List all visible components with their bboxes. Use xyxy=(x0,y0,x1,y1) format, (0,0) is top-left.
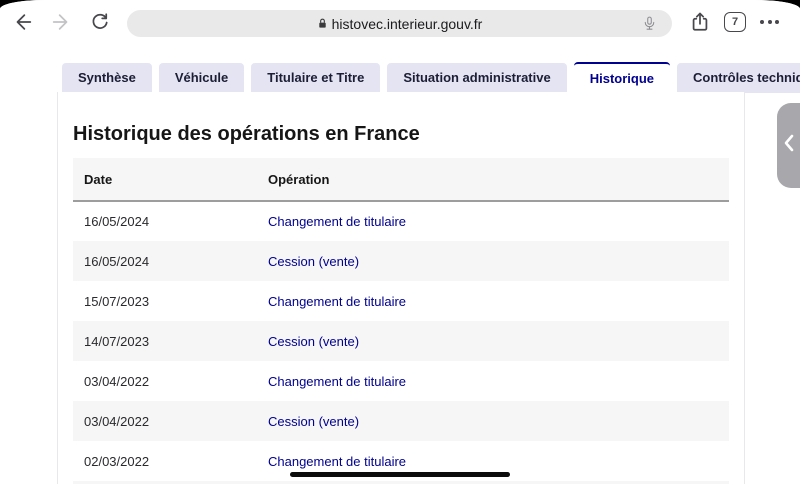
reload-icon xyxy=(89,11,111,36)
back-button[interactable] xyxy=(11,11,35,35)
tab-controles-techniques[interactable]: Contrôles techniques xyxy=(677,63,800,93)
home-indicator[interactable] xyxy=(290,472,510,477)
operation-date: 14/07/2023 xyxy=(84,333,150,349)
forward-arrow-icon xyxy=(50,11,72,36)
browser-window: histovec.interieur.gouv.fr 7 Synthèse Véh… xyxy=(0,0,800,484)
table-row: 16/05/2024 Cession (vente) xyxy=(73,241,729,281)
table-row: 03/04/2022 Cession (vente) xyxy=(73,401,729,441)
column-header-date: Date xyxy=(84,171,113,187)
operation-date: 02/03/2022 xyxy=(84,453,150,469)
operation-date: 15/07/2023 xyxy=(84,293,150,309)
table-row: 14/07/2023 Cession (vente) xyxy=(73,321,729,361)
forward-button[interactable] xyxy=(49,11,73,35)
tab-historique[interactable]: Historique xyxy=(573,62,671,93)
table-header-row: Date Opération xyxy=(73,158,729,201)
table-body: 16/05/2024 Changement de titulaire 16/05… xyxy=(73,201,729,481)
more-menu-button[interactable] xyxy=(760,20,779,24)
operation-link[interactable]: Cession (vente) xyxy=(268,414,359,429)
tab-label: Contrôles techniques xyxy=(693,70,800,85)
operation-date: 03/04/2022 xyxy=(84,413,150,429)
slide-over-handle[interactable] xyxy=(777,103,800,188)
operation-link[interactable]: Changement de titulaire xyxy=(268,374,406,389)
tab-label: Situation administrative xyxy=(403,70,551,85)
tab-label: Titulaire et Titre xyxy=(267,70,365,85)
browser-toolbar: histovec.interieur.gouv.fr 7 xyxy=(0,0,800,46)
address-bar[interactable]: histovec.interieur.gouv.fr xyxy=(127,10,672,37)
table-row: 15/07/2023 Changement de titulaire xyxy=(73,281,729,321)
lock-icon xyxy=(317,17,328,30)
tab-synthese[interactable]: Synthèse xyxy=(62,63,152,93)
operation-link[interactable]: Changement de titulaire xyxy=(268,214,406,229)
operation-link[interactable]: Cession (vente) xyxy=(268,334,359,349)
microphone-icon[interactable] xyxy=(641,15,658,32)
table-row: 16/05/2024 Changement de titulaire xyxy=(73,201,729,241)
tab-switcher-button[interactable]: 7 xyxy=(724,12,746,32)
operation-link[interactable]: Changement de titulaire xyxy=(268,294,406,309)
column-header-operation: Opération xyxy=(268,171,330,187)
table-row: 03/04/2022 Changement de titulaire xyxy=(73,361,729,401)
url-text: histovec.interieur.gouv.fr xyxy=(331,15,483,32)
tab-bar: Synthèse Véhicule Titulaire et Titre Situat… xyxy=(62,62,800,93)
share-icon xyxy=(689,11,711,36)
operation-date: 03/04/2022 xyxy=(84,373,150,389)
tab-label: Synthèse xyxy=(78,70,136,85)
tab-label: Historique xyxy=(589,71,655,86)
share-button[interactable] xyxy=(688,11,712,35)
tab-panel-historique: Historique des opérations en France Date… xyxy=(57,92,745,484)
operation-link[interactable]: Cession (vente) xyxy=(268,254,359,269)
back-arrow-icon xyxy=(12,11,34,36)
operation-date: 16/05/2024 xyxy=(84,214,150,229)
chevron-left-icon xyxy=(783,134,795,157)
tab-count-badge: 7 xyxy=(731,16,739,28)
operation-link[interactable]: Changement de titulaire xyxy=(268,454,406,469)
reload-button[interactable] xyxy=(88,11,112,35)
tab-titulaire-et-titre[interactable]: Titulaire et Titre xyxy=(251,63,381,93)
tab-situation-administrative[interactable]: Situation administrative xyxy=(387,63,567,93)
operation-date: 16/05/2024 xyxy=(84,253,150,269)
more-menu-icon xyxy=(760,20,779,24)
tab-vehicule[interactable]: Véhicule xyxy=(158,63,245,93)
tab-label: Véhicule xyxy=(174,70,229,85)
page-title: Historique des opérations en France xyxy=(73,123,420,145)
operations-table: Date Opération 16/05/2024 Changement de … xyxy=(73,158,729,481)
